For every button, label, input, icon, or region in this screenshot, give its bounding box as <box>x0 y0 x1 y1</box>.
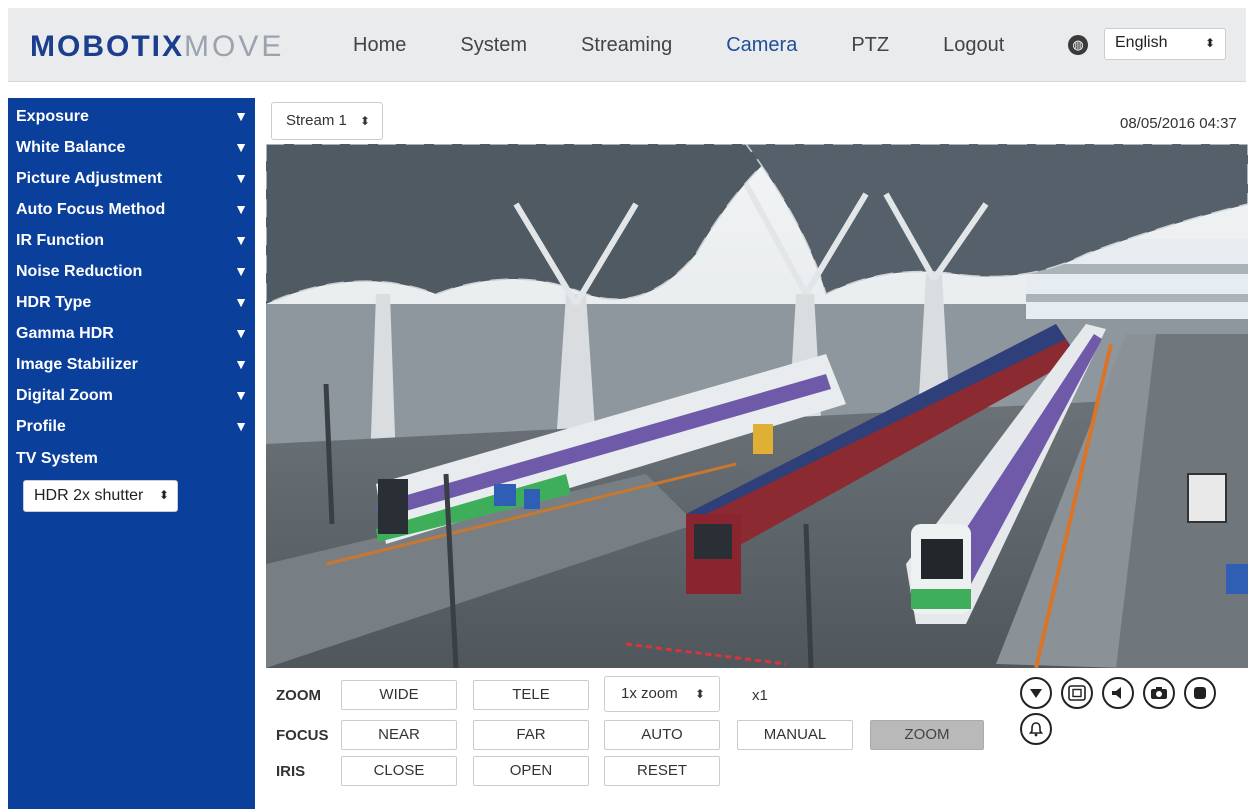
nav-system[interactable]: System <box>460 34 527 57</box>
zoom-tele-button[interactable]: TELE <box>473 680 589 710</box>
expand-icon: ▼ <box>234 139 248 155</box>
sidebar-item-tv-system[interactable]: TV System <box>16 450 248 472</box>
expand-icon: ▼ <box>234 170 248 186</box>
sidebar-item-image-stabilizer[interactable]: Image Stabilizer ▼ <box>16 356 248 378</box>
iris-label: IRIS <box>276 763 306 780</box>
select-caret-icon: ⬍ <box>694 687 705 701</box>
expand-icon: ▼ <box>234 108 248 124</box>
expand-icon: ▼ <box>234 387 248 403</box>
nav-camera[interactable]: Camera <box>726 34 797 57</box>
nav-logout[interactable]: Logout <box>943 34 1004 57</box>
speaker-icon[interactable] <box>1102 677 1134 709</box>
timestamp: 08/05/2016 04:37 <box>1120 115 1237 132</box>
language-select[interactable]: English ⬍ <box>1104 28 1226 60</box>
sidebar-item-digital-zoom[interactable]: Digital Zoom ▼ <box>16 387 248 409</box>
camera-icon[interactable] <box>1143 677 1175 709</box>
zoom-label: ZOOM <box>276 687 321 704</box>
iris-reset-button[interactable]: RESET <box>604 756 720 786</box>
expand-icon: ▼ <box>234 263 248 279</box>
select-caret-icon: ⬍ <box>158 488 169 502</box>
expand-icon: ▼ <box>234 294 248 310</box>
sidebar-item-hdr-type[interactable]: HDR Type ▼ <box>16 294 248 316</box>
nav-streaming[interactable]: Streaming <box>581 34 672 57</box>
focus-near-button[interactable]: NEAR <box>341 720 457 750</box>
sidebar-item-gamma-hdr[interactable]: Gamma HDR ▼ <box>16 325 248 347</box>
zoom-value: x1 <box>752 687 768 704</box>
focus-label: FOCUS <box>276 727 329 744</box>
select-caret-icon: ⬍ <box>359 114 370 128</box>
iris-close-button[interactable]: CLOSE <box>341 756 457 786</box>
nav-ptz[interactable]: PTZ <box>851 34 889 57</box>
focus-auto-button[interactable]: AUTO <box>604 720 720 750</box>
focus-far-button[interactable]: FAR <box>473 720 589 750</box>
sidebar-item-exposure[interactable]: Exposure ▼ <box>16 108 248 130</box>
sidebar-item-noise-reduction[interactable]: Noise Reduction ▼ <box>16 263 248 285</box>
sidebar-item-white-balance[interactable]: White Balance ▼ <box>16 139 248 161</box>
expand-icon: ▼ <box>234 356 248 372</box>
select-caret-icon: ⬍ <box>1204 36 1215 50</box>
zoom-wide-button[interactable]: WIDE <box>341 680 457 710</box>
sidebar-item-ir-function[interactable]: IR Function ▼ <box>16 232 248 254</box>
focus-manual-button[interactable]: MANUAL <box>737 720 853 750</box>
expand-icon: ▼ <box>234 418 248 434</box>
live-video-feed[interactable] <box>266 144 1248 668</box>
expand-icon: ▼ <box>234 232 248 248</box>
focus-zoom-button[interactable]: ZOOM <box>870 720 984 750</box>
hdr-mode-select[interactable]: HDR 2x shutter ⬍ <box>23 480 178 512</box>
iris-open-button[interactable]: OPEN <box>473 756 589 786</box>
settings-sidebar: Exposure ▼ White Balance ▼ Picture Adjustm… <box>8 98 255 809</box>
mobotix-logo: MOBOTIXMOVE <box>30 30 285 63</box>
nav-home[interactable]: Home <box>353 34 406 57</box>
top-header: MOBOTIXMOVE Home System Streaming Camera… <box>8 8 1246 82</box>
record-stop-icon[interactable] <box>1184 677 1216 709</box>
sidebar-item-profile[interactable]: Profile ▼ <box>16 418 248 440</box>
globe-icon: ◍ <box>1068 35 1088 55</box>
fullscreen-icon[interactable] <box>1061 677 1093 709</box>
chevron-down-icon[interactable] <box>1020 677 1052 709</box>
main-nav: Home System Streaming Camera PTZ Logout <box>353 8 1058 82</box>
sidebar-item-picture-adjustment[interactable]: Picture Adjustment ▼ <box>16 170 248 192</box>
expand-icon: ▼ <box>234 201 248 217</box>
sidebar-item-auto-focus-method[interactable]: Auto Focus Method ▼ <box>16 201 248 223</box>
expand-icon: ▼ <box>234 325 248 341</box>
stream-select[interactable]: Stream 1 ⬍ <box>271 102 383 140</box>
video-frame <box>266 144 1248 668</box>
alarm-bell-icon[interactable] <box>1020 713 1052 745</box>
zoom-level-select[interactable]: 1x zoom ⬍ <box>604 676 720 712</box>
